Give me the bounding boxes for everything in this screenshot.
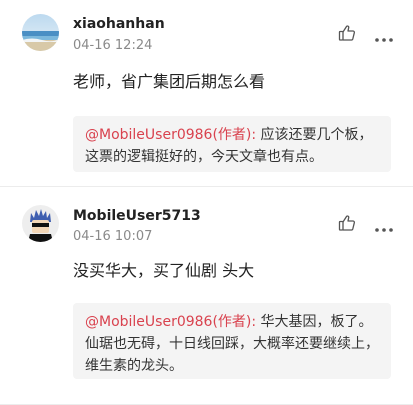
comment-time: 04-16 10:07 [73, 229, 153, 244]
reply-author[interactable]: @MobileUser0986(作者): [85, 314, 256, 330]
thumbs-up-icon[interactable] [338, 214, 356, 232]
author-reply: @MobileUser0986(作者): 应该还要几个板，这票的逻辑挺好的，今天… [73, 116, 391, 172]
username[interactable]: xiaohanhan [73, 15, 165, 33]
comment-text: 没买华大，买了仙剧 头大 [73, 261, 255, 280]
comment-time: 04-16 12:24 [73, 38, 153, 53]
comment-item: xiaohanhan 04-16 12:24 老师，省广集团后期怎么看 @Mob… [0, 0, 413, 185]
author-reply: @MobileUser0986(作者): 华大基因，板了。仙琚也无碍，十日线回踩… [73, 303, 391, 379]
reply-author[interactable]: @MobileUser0986(作者): [85, 127, 256, 143]
more-dots-icon[interactable] [374, 219, 394, 232]
comment-text: 老师，省广集团后期怎么看 [73, 72, 266, 91]
thumbs-up-icon[interactable] [338, 24, 356, 42]
more-dots-icon[interactable] [374, 29, 394, 42]
divider [0, 186, 413, 187]
username[interactable]: MobileUser5713 [73, 207, 201, 225]
comment-item: MobileUser5713 04-16 10:07 没买华大，买了仙剧 头大 … [0, 193, 413, 405]
avatar[interactable] [22, 14, 59, 51]
avatar[interactable] [22, 205, 59, 242]
